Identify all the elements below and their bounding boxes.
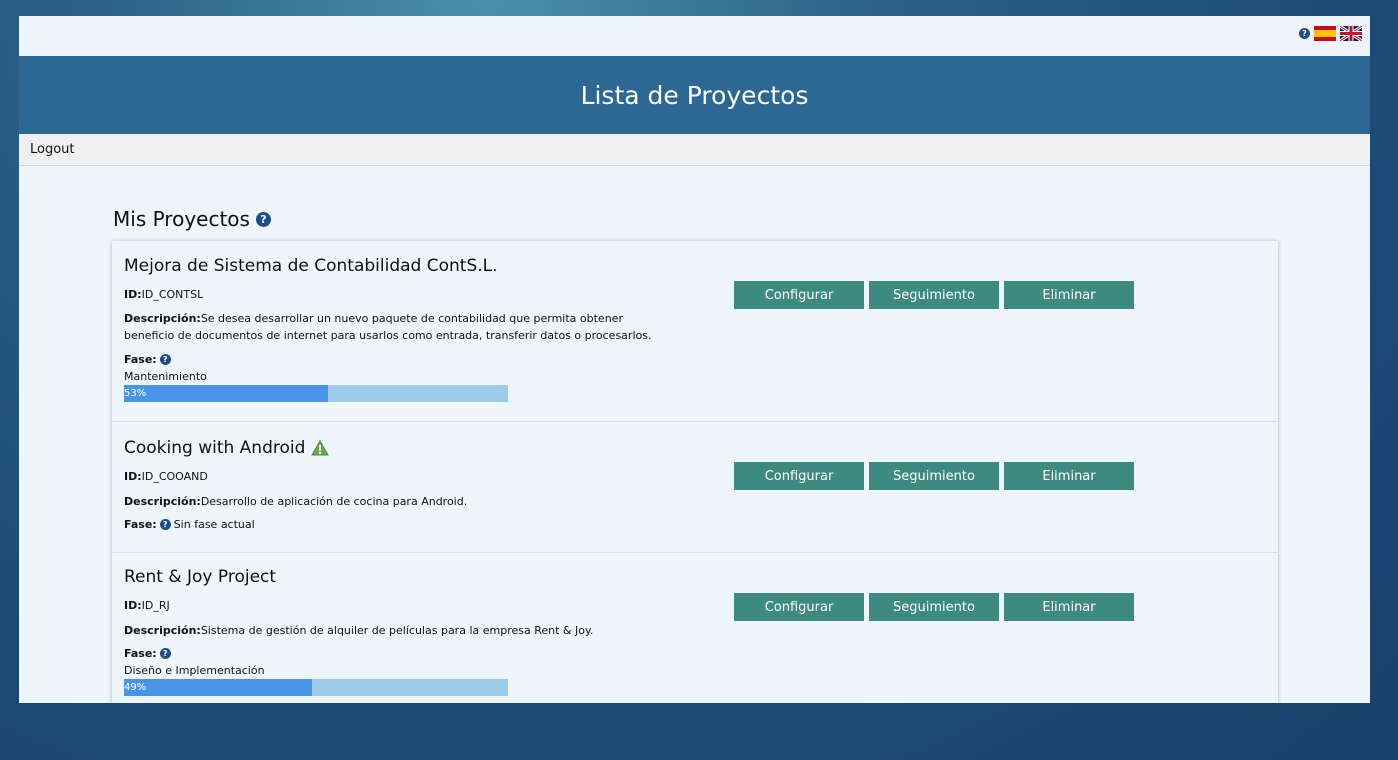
- section-header: Mis Proyectos ?: [113, 207, 271, 231]
- phase-label: Fase:: [124, 518, 157, 531]
- phase-name: Diseño e Implementación: [124, 664, 265, 677]
- progress-fill: 53%: [124, 385, 328, 402]
- description-value: Sistema de gestión de alquiler de pelícu…: [200, 624, 594, 637]
- project-phase: Fase: ?: [124, 353, 171, 366]
- tracking-button[interactable]: Seguimiento: [869, 462, 999, 490]
- project-description: Descripción:Desarrollo de aplicación de …: [124, 493, 654, 510]
- project-card: Mejora de Sistema de Contabilidad ContS.…: [112, 241, 1278, 422]
- help-icon[interactable]: ?: [255, 211, 271, 227]
- id-label: ID:: [124, 288, 142, 301]
- progress-bar: 53%: [124, 385, 508, 402]
- page-title: Lista de Proyectos: [580, 81, 809, 110]
- project-description: Descripción:Se desea desarrollar un nuev…: [124, 310, 654, 344]
- configure-button[interactable]: Configurar: [734, 593, 864, 621]
- help-icon[interactable]: ?: [159, 648, 171, 659]
- english-flag-icon[interactable]: [1340, 26, 1362, 41]
- project-actions: Configurar Seguimiento Eliminar: [734, 281, 1134, 309]
- top-bar: ?: [19, 16, 1370, 56]
- project-card: Cooking with Android ID:ID_COOAND Descri…: [112, 422, 1278, 553]
- language-selector: ?: [1299, 26, 1362, 41]
- description-label: Descripción:: [124, 312, 201, 325]
- description-value: Se desea desarrollar un nuevo paquete de…: [124, 312, 652, 342]
- project-phase: Fase: ?: [124, 647, 171, 660]
- project-title: Cooking with Android: [124, 438, 330, 458]
- delete-button[interactable]: Eliminar: [1004, 462, 1134, 490]
- project-actions: Configurar Seguimiento Eliminar: [734, 593, 1134, 621]
- project-name: Mejora de Sistema de Contabilidad ContS.…: [124, 256, 498, 276]
- project-id: ID:ID_RJ: [124, 599, 170, 612]
- nav-bar: Logout: [19, 134, 1370, 166]
- logout-link[interactable]: Logout: [30, 142, 75, 157]
- description-value: Desarrollo de aplicación de cocina para …: [200, 495, 468, 508]
- project-description: Descripción:Sistema de gestión de alquil…: [124, 622, 654, 639]
- id-value: ID_CONTSL: [141, 288, 204, 301]
- id-label: ID:: [124, 599, 142, 612]
- description-label: Descripción:: [124, 624, 201, 637]
- configure-button[interactable]: Configurar: [734, 462, 864, 490]
- delete-button[interactable]: Eliminar: [1004, 281, 1134, 309]
- app-window: ? Lista de Proyectos Logout Mis Proyecto…: [19, 16, 1370, 703]
- warning-icon: [311, 440, 330, 456]
- help-icon[interactable]: ?: [159, 519, 171, 530]
- project-name: Cooking with Android: [124, 438, 306, 458]
- id-value: ID_COOAND: [141, 470, 208, 483]
- id-value: ID_RJ: [141, 599, 170, 612]
- page-header: Lista de Proyectos: [19, 56, 1370, 134]
- tracking-button[interactable]: Seguimiento: [869, 281, 999, 309]
- help-icon[interactable]: ?: [159, 354, 171, 365]
- phase-status: Sin fase actual: [173, 518, 255, 531]
- project-card: Rent & Joy Project ID:ID_RJ Descripción:…: [112, 553, 1278, 703]
- project-phase: Fase: ? Sin fase actual: [124, 518, 255, 531]
- project-id: ID:ID_COOAND: [124, 470, 208, 483]
- configure-button[interactable]: Configurar: [734, 281, 864, 309]
- spanish-flag-icon[interactable]: [1314, 26, 1336, 41]
- phase-label: Fase:: [124, 353, 157, 366]
- progress-bar: 49%: [124, 679, 508, 696]
- project-name: Rent & Joy Project: [124, 567, 277, 587]
- delete-button[interactable]: Eliminar: [1004, 593, 1134, 621]
- id-label: ID:: [124, 470, 142, 483]
- phase-label: Fase:: [124, 647, 157, 660]
- section-title: Mis Proyectos: [113, 207, 250, 231]
- project-id: ID:ID_CONTSL: [124, 288, 203, 301]
- phase-name: Mantenimiento: [124, 370, 207, 383]
- progress-fill: 49%: [124, 679, 313, 696]
- tracking-button[interactable]: Seguimiento: [869, 593, 999, 621]
- description-label: Descripción:: [124, 495, 201, 508]
- project-actions: Configurar Seguimiento Eliminar: [734, 462, 1134, 490]
- help-icon[interactable]: ?: [1299, 28, 1310, 39]
- project-list: Mejora de Sistema de Contabilidad ContS.…: [112, 241, 1278, 703]
